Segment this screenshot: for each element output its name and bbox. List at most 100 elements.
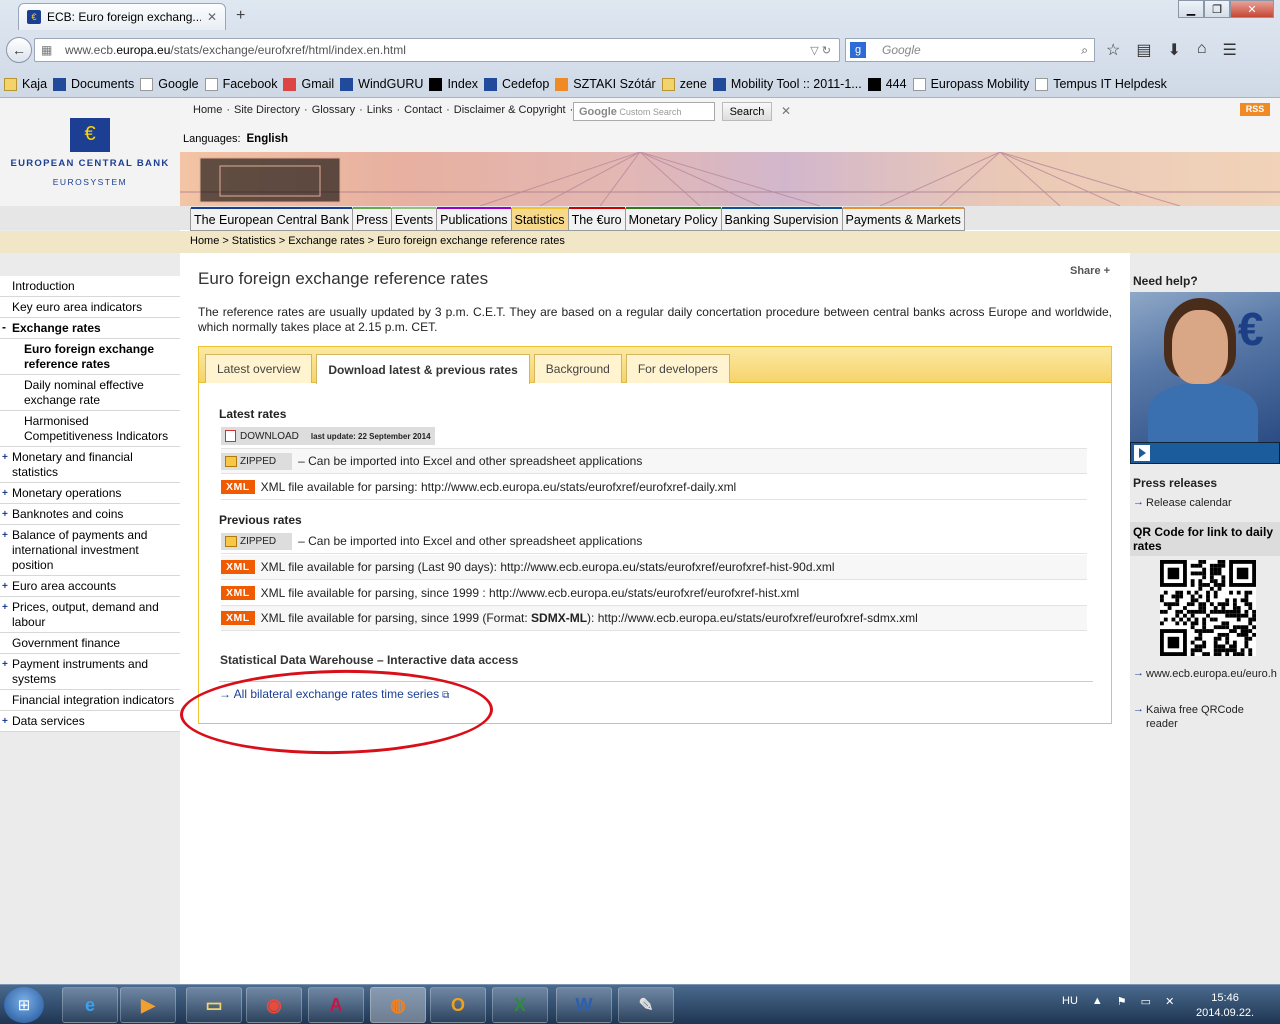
sidebar-item[interactable]: Exchange rates xyxy=(0,318,180,339)
access-icon[interactable]: A xyxy=(308,987,364,1023)
bookmark-item[interactable]: Kaja xyxy=(4,77,53,91)
nav-item[interactable]: Banking Supervision xyxy=(721,207,843,230)
site-search-input[interactable]: Google Custom Search xyxy=(573,102,715,121)
home-icon[interactable]: ⌂ xyxy=(1197,40,1207,60)
top-link[interactable]: Contact xyxy=(404,104,442,116)
xml-badge[interactable]: XML xyxy=(221,586,255,600)
bookmark-item[interactable]: Tempus IT Helpdesk xyxy=(1035,77,1173,91)
download-button[interactable]: DOWNLOAD last update: 22 September 2014 xyxy=(221,427,435,445)
bookmarks-list-icon[interactable]: ▤ xyxy=(1136,40,1151,60)
bookmark-item[interactable]: SZTAKI Szótár xyxy=(555,77,661,91)
volume-mute-icon[interactable]: ✕ xyxy=(1165,995,1174,1008)
sidebar-item[interactable]: Key euro area indicators xyxy=(0,297,180,318)
nav-item[interactable]: The €uro xyxy=(568,207,626,230)
sidebar-item[interactable]: Harmonised Competitiveness Indicators xyxy=(0,411,180,447)
xml-badge[interactable]: XML xyxy=(221,560,255,574)
nav-item[interactable]: Publications xyxy=(437,207,512,230)
ie-icon[interactable]: e xyxy=(62,987,118,1023)
browser-search-input[interactable]: g Google ⌕ xyxy=(845,38,1095,62)
paint-icon[interactable]: ✎ xyxy=(618,987,674,1023)
tab-latest-overview[interactable]: Latest overview xyxy=(205,354,313,383)
nav-item[interactable]: Events xyxy=(391,207,438,230)
bookmark-item[interactable]: Google xyxy=(140,77,204,91)
play-bar[interactable] xyxy=(1130,442,1280,464)
bookmark-item[interactable]: Cedefop xyxy=(484,77,555,91)
nav-item[interactable]: Press xyxy=(352,207,392,230)
flag-icon[interactable]: ⚑ xyxy=(1117,995,1127,1008)
bookmark-star-icon[interactable]: ☆ xyxy=(1106,40,1120,60)
nav-item[interactable]: Monetary Policy xyxy=(625,207,722,230)
firefox-icon[interactable]: ◍ xyxy=(370,987,426,1023)
restore-icon[interactable]: ❐ xyxy=(1204,0,1230,18)
start-button[interactable]: ⊞ xyxy=(4,987,44,1023)
close-tab-icon[interactable]: ✕ xyxy=(207,10,217,24)
nav-item[interactable]: The European Central Bank xyxy=(191,207,353,230)
xml-daily-link[interactable]: XML file available for parsing: http://w… xyxy=(261,480,737,494)
tab-background[interactable]: Background xyxy=(533,354,622,383)
sidebar-item[interactable]: Financial integration indicators xyxy=(0,690,180,711)
sidebar-item[interactable]: Euro foreign exchange reference rates xyxy=(0,339,180,375)
bookmark-item[interactable]: Facebook xyxy=(204,77,284,91)
search-button[interactable]: Search xyxy=(722,102,772,121)
clock[interactable]: 15:46 2014.09.22. xyxy=(1196,991,1254,1021)
qr-link[interactable]: www.ecb.europa.eu/euro.h xyxy=(1130,665,1280,683)
word-icon[interactable]: W xyxy=(556,987,612,1023)
ecb-logo[interactable]: € EUROPEAN CENTRAL BANK EUROSYSTEM xyxy=(0,98,180,206)
top-link[interactable]: Links xyxy=(367,104,393,116)
sidebar-item[interactable]: Daily nominal effective exchange rate xyxy=(0,375,180,411)
bookmark-item[interactable]: Mobility Tool :: 2011-1... xyxy=(712,77,868,91)
close-window-icon[interactable]: ✕ xyxy=(1230,0,1274,18)
rss-button[interactable]: RSS xyxy=(1240,103,1270,116)
bookmark-item[interactable]: Index xyxy=(429,77,484,91)
language-english[interactable]: English xyxy=(247,133,289,145)
bookmark-item[interactable]: WindGURU xyxy=(340,77,429,91)
search-icon[interactable]: ⌕ xyxy=(1081,43,1088,58)
zipped-button-previous[interactable]: ZIPPED xyxy=(221,532,293,550)
breadcrumb-item[interactable]: Euro foreign exchange reference rates xyxy=(377,235,565,247)
breadcrumb-item[interactable]: Home xyxy=(190,235,219,247)
xml-sdmx-link[interactable]: XML file available for parsing, since 19… xyxy=(261,611,918,625)
top-link[interactable]: Glossary xyxy=(312,104,355,116)
sidebar-item[interactable]: Monetary operations xyxy=(0,483,180,504)
back-icon[interactable]: ← xyxy=(6,37,32,63)
xml-90d-link[interactable]: XML file available for parsing (Last 90 … xyxy=(261,560,835,574)
outlook-icon[interactable]: O xyxy=(430,987,486,1023)
sidebar-item[interactable]: Prices, output, demand and labour xyxy=(0,597,180,633)
browser-tab[interactable]: € ECB: Euro foreign exchang... ✕ xyxy=(18,3,226,30)
xml-badge[interactable]: XML xyxy=(221,480,255,494)
new-tab-icon[interactable]: + xyxy=(236,7,245,25)
nav-item[interactable]: Payments & Markets xyxy=(842,207,965,230)
input-language[interactable]: HU xyxy=(1062,995,1078,1008)
explorer-icon[interactable]: ▭ xyxy=(186,987,242,1023)
tab-developers[interactable]: For developers xyxy=(625,354,730,383)
chrome-icon[interactable]: ◉ xyxy=(246,987,302,1023)
reload-icon[interactable]: ▽ ↻ xyxy=(810,44,831,57)
bookmark-item[interactable]: zene xyxy=(661,77,713,91)
sidebar-item[interactable]: Euro area accounts xyxy=(0,576,180,597)
top-link[interactable]: Disclaimer & Copyright xyxy=(454,104,566,116)
top-link[interactable]: Site Directory xyxy=(234,104,300,116)
xml-hist-link[interactable]: XML file available for parsing, since 19… xyxy=(261,586,799,600)
release-calendar-link[interactable]: Release calendar xyxy=(1130,494,1280,512)
virtual-assistant-avatar[interactable]: € xyxy=(1130,292,1280,442)
top-link[interactable]: Home xyxy=(193,104,222,116)
sidebar-item[interactable]: Balance of payments and international in… xyxy=(0,525,180,576)
monitor-icon[interactable]: ▭ xyxy=(1141,995,1151,1008)
bookmark-item[interactable]: Europass Mobility xyxy=(912,77,1036,91)
sidebar-item[interactable]: Introduction xyxy=(0,276,180,297)
share-button[interactable]: Share + xyxy=(1070,265,1110,277)
sidebar-item[interactable]: Data services xyxy=(0,711,180,732)
download-icon[interactable]: ⬇ xyxy=(1167,40,1180,60)
tab-download[interactable]: Download latest & previous rates xyxy=(316,354,530,384)
play-icon[interactable] xyxy=(1134,445,1150,461)
sidebar-item[interactable]: Government finance xyxy=(0,633,180,654)
breadcrumb-item[interactable]: Statistics xyxy=(232,235,276,247)
page-info-icon[interactable]: ▦ xyxy=(41,43,52,57)
kaiwa-link[interactable]: Kaiwa free QRCode reader xyxy=(1130,701,1280,733)
nav-item[interactable]: Statistics xyxy=(511,207,569,230)
sidebar-item[interactable]: Monetary and financial statistics xyxy=(0,447,180,483)
bookmark-item[interactable]: Gmail xyxy=(283,77,340,91)
bookmark-item[interactable]: 444 xyxy=(867,77,913,91)
media-player-icon[interactable]: ▶ xyxy=(120,987,176,1023)
sidebar-item[interactable]: Payment instruments and systems xyxy=(0,654,180,690)
